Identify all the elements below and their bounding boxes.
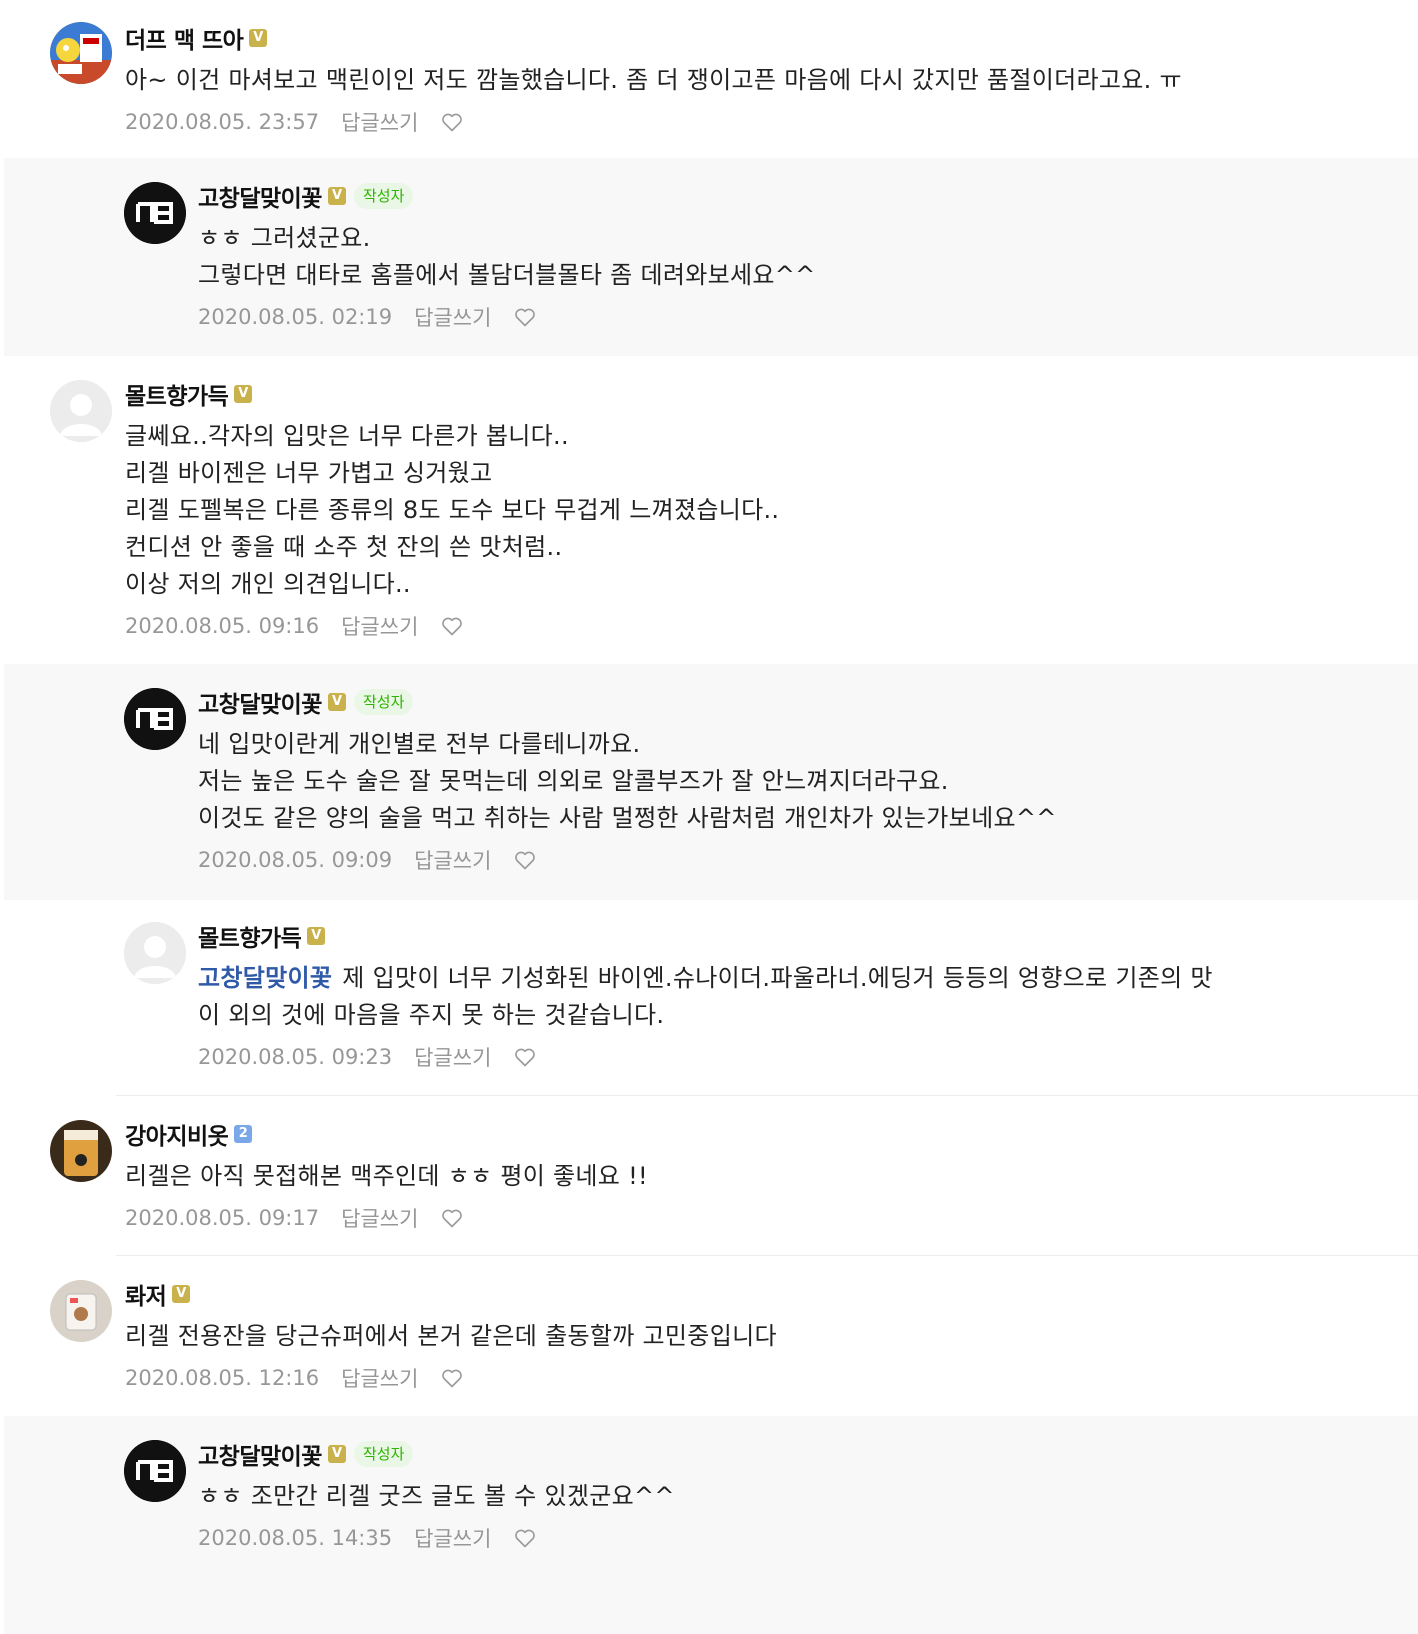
reply-button[interactable]: 답글쓰기 <box>341 1363 418 1393</box>
heart-icon[interactable] <box>440 1206 464 1230</box>
comment-text: 리겔 전용잔을 당근슈퍼에서 본거 같은데 출동할까 고민중입니다 <box>125 1322 777 1350</box>
author-tag: 작성자 <box>353 689 414 715</box>
author-tag: 작성자 <box>353 1441 414 1467</box>
comment-date: 2020.08.05. 09:17 <box>125 1206 320 1230</box>
heart-icon[interactable] <box>513 1526 537 1550</box>
nickname[interactable]: 롸저 <box>125 1277 167 1311</box>
avatar[interactable] <box>124 1440 186 1502</box>
comment-list: 더프 맥 뜨아 V 아~ 이건 마셔보고 맥린이인 저도 깜놀했습니다. 좀 더… <box>0 0 1418 1634</box>
comment-text: ㅎㅎ 조만간 리겔 굿즈 글도 볼 수 있겠군요^^ <box>198 1482 675 1510</box>
level-badge-icon: V <box>307 927 326 945</box>
avatar[interactable] <box>124 688 186 750</box>
reply-button[interactable]: 답글쓰기 <box>414 1523 491 1553</box>
comment-date: 2020.08.05. 14:35 <box>198 1526 393 1550</box>
comment: 강아지비옷 2 리겔은 아직 못접해본 맥주인데 ㅎㅎ 평이 좋네요 !! 20… <box>0 1096 1418 1256</box>
level-badge-icon: V <box>327 187 346 205</box>
nickname[interactable]: 몰트향가득 <box>198 919 302 953</box>
avatar[interactable] <box>50 1280 112 1342</box>
reply-button[interactable]: 답글쓰기 <box>341 611 418 641</box>
nickname[interactable]: 몰트향가득 <box>125 377 229 411</box>
comment-text: 고창달맞이꽃 제 입맛이 너무 기성화된 바이엔.슈나이더.파울라너.에딩거 등등… <box>198 964 1213 1029</box>
nickname[interactable]: 고창달맞이꽃 <box>198 685 322 719</box>
nickname[interactable]: 강아지비옷 <box>125 1117 229 1151</box>
reply-comment: 고창달맞이꽃 V 작성자 ㅎㅎ 그러셨군요. 그렇다면 대타로 홈플에서 볼담더… <box>4 158 1418 356</box>
heart-icon[interactable] <box>440 614 464 638</box>
comment-text: ㅎㅎ 그러셨군요. 그렇다면 대타로 홈플에서 볼담더블몰타 좀 데려와보세요^… <box>198 224 816 289</box>
comment-date: 2020.08.05. 12:16 <box>125 1366 320 1390</box>
reply-button[interactable]: 답글쓰기 <box>414 1042 491 1072</box>
reply-comment: 고창달맞이꽃 V 작성자 ㅎㅎ 조만간 리겔 굿즈 글도 볼 수 있겠군요^^ … <box>4 1416 1418 1634</box>
level-badge-icon: 2 <box>234 1125 253 1143</box>
avatar[interactable] <box>50 1120 112 1182</box>
comment-text: 네 입맛이란게 개인별로 전부 다를테니까요. 저는 높은 도수 술은 잘 못먹… <box>198 730 1057 832</box>
avatar[interactable] <box>50 380 112 442</box>
reply-button[interactable]: 답글쓰기 <box>341 107 418 137</box>
avatar[interactable] <box>50 22 112 84</box>
comment: 몰트향가득 V 글쎄요..각자의 입맛은 너무 다른가 봅니다.. 리겔 바이젠… <box>0 356 1418 664</box>
comment-text: 아~ 이건 마셔보고 맥린이인 저도 깜놀했습니다. 좀 더 쟁이고픈 마음에 … <box>125 66 1182 94</box>
comment: 더프 맥 뜨아 V 아~ 이건 마셔보고 맥린이인 저도 깜놀했습니다. 좀 더… <box>0 0 1418 158</box>
mention-link[interactable]: 고창달맞이꽃 <box>198 964 332 992</box>
comment-date: 2020.08.05. 09:09 <box>198 848 393 872</box>
comment: 롸저 V 리겔 전용잔을 당근슈퍼에서 본거 같은데 출동할까 고민중입니다 2… <box>0 1256 1418 1416</box>
heart-icon[interactable] <box>440 110 464 134</box>
author-tag: 작성자 <box>353 183 414 209</box>
heart-icon[interactable] <box>513 1045 537 1069</box>
comment-text: 글쎄요..각자의 입맛은 너무 다른가 봅니다.. 리겔 바이젠은 너무 가볍고… <box>125 422 780 598</box>
comment-date: 2020.08.05. 23:57 <box>125 110 320 134</box>
reply-comment: 몰트향가득 V 고창달맞이꽃 제 입맛이 너무 기성화된 바이엔.슈나이더.파울라… <box>0 900 1418 1096</box>
heart-icon[interactable] <box>440 1366 464 1390</box>
level-badge-icon: V <box>327 693 346 711</box>
nickname[interactable]: 더프 맥 뜨아 <box>125 21 244 55</box>
heart-icon[interactable] <box>513 305 537 329</box>
reply-button[interactable]: 답글쓰기 <box>414 302 491 332</box>
comment-text: 리겔은 아직 못접해본 맥주인데 ㅎㅎ 평이 좋네요 !! <box>125 1162 648 1190</box>
level-badge-icon: V <box>172 1285 191 1303</box>
heart-icon[interactable] <box>513 848 537 872</box>
comment-date: 2020.08.05. 02:19 <box>198 305 393 329</box>
level-badge-icon: V <box>249 29 268 47</box>
reply-button[interactable]: 답글쓰기 <box>341 1203 418 1233</box>
level-badge-icon: V <box>234 385 253 403</box>
nickname[interactable]: 고창달맞이꽃 <box>198 179 322 213</box>
avatar[interactable] <box>124 922 186 984</box>
nickname[interactable]: 고창달맞이꽃 <box>198 1437 322 1471</box>
level-badge-icon: V <box>327 1445 346 1463</box>
comment-date: 2020.08.05. 09:16 <box>125 614 320 638</box>
avatar[interactable] <box>124 182 186 244</box>
reply-comment: 고창달맞이꽃 V 작성자 네 입맛이란게 개인별로 전부 다를테니까요. 저는 … <box>4 664 1418 900</box>
reply-button[interactable]: 답글쓰기 <box>414 845 491 875</box>
comment-date: 2020.08.05. 09:23 <box>198 1045 393 1069</box>
